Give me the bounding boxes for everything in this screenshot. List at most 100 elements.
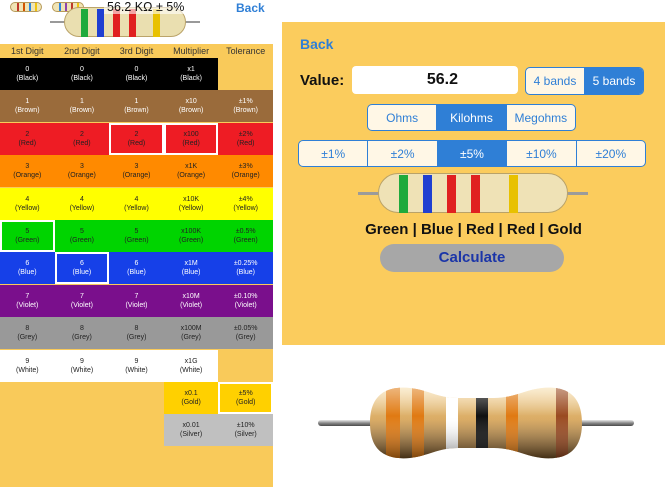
color-cell[interactable]: ±0.5% (Green): [218, 220, 273, 252]
back-button[interactable]: Back: [300, 36, 333, 52]
cell-color-name: (Violet): [125, 301, 148, 309]
color-cell[interactable]: 3 (Orange): [109, 155, 164, 188]
resistor-band: [471, 175, 480, 213]
cell-value: 5: [79, 228, 84, 235]
color-cell[interactable]: 0 (Black): [0, 58, 55, 90]
color-cell[interactable]: 3 (Orange): [54, 155, 110, 188]
color-cell[interactable]: 4 (Yellow): [54, 187, 110, 220]
color-cell[interactable]: 1 (Brown): [0, 90, 55, 123]
color-cell[interactable]: 5 (Green): [54, 220, 110, 252]
cell-color-name: (Yellow): [178, 204, 204, 212]
color-cell[interactable]: x0.01 (Silver): [163, 414, 219, 447]
unit-option[interactable]: Kilohms: [437, 105, 507, 130]
color-cell[interactable]: 2 (Red): [109, 122, 164, 155]
color-cell[interactable]: x10 (Brown): [163, 90, 219, 123]
value-input[interactable]: [352, 66, 518, 94]
cell-color-name: (Blue): [72, 269, 92, 277]
band-count-option[interactable]: 5 bands: [585, 68, 643, 94]
calculate-button[interactable]: Calculate: [380, 244, 564, 272]
color-cell[interactable]: 8 (Grey): [109, 317, 164, 350]
cell-value: ±0.10%: [233, 292, 258, 300]
cell-color-name: (Brown): [124, 107, 149, 115]
unit-option[interactable]: Ohms: [368, 105, 438, 130]
color-cell[interactable]: 0 (Black): [109, 58, 164, 90]
color-cell[interactable]: 1 (Brown): [54, 90, 110, 123]
table-row: 0 (Black) 0 (Black) 0 (Black) x1 (Black): [0, 58, 273, 90]
mini-band: [29, 3, 31, 11]
color-cell[interactable]: 5 (Green): [109, 220, 164, 252]
cell-value: ±2%: [238, 130, 253, 138]
column-header: 2nd Digit: [64, 46, 100, 56]
cell-color-name: (Yellow): [69, 204, 95, 212]
cell-color-name: (Yellow): [14, 204, 40, 212]
cell-color-name: (Brown): [233, 107, 258, 115]
color-cell[interactable]: x10K (Yellow): [163, 187, 219, 220]
color-cell[interactable]: 6 (Blue): [54, 252, 110, 285]
color-cell[interactable]: 0 (Black): [54, 58, 110, 90]
color-cell[interactable]: x100K (Green): [163, 220, 219, 252]
color-cell[interactable]: 9 (White): [0, 349, 55, 382]
color-cell[interactable]: ±5% (Gold): [218, 382, 273, 414]
color-cell[interactable]: x1G (White): [163, 349, 219, 382]
color-cell[interactable]: ±0.10% (Violet): [218, 284, 273, 317]
cell-color-name: (Orange): [177, 172, 206, 180]
color-cell[interactable]: ±2% (Red): [218, 122, 273, 155]
color-cell[interactable]: ±0.05% (Grey): [218, 317, 273, 350]
back-button[interactable]: Back: [236, 1, 265, 15]
cell-value: x0.01: [182, 422, 200, 430]
resistor-band: [509, 175, 518, 213]
unit-option[interactable]: Megohms: [507, 105, 575, 130]
color-cell[interactable]: 2 (Red): [54, 122, 110, 155]
color-cell[interactable]: 8 (Grey): [0, 317, 55, 350]
cell-value: ±1%: [238, 98, 253, 106]
color-cell[interactable]: 7 (Violet): [109, 284, 164, 317]
cell-value: 1: [25, 98, 30, 106]
cell-value: x10: [185, 98, 197, 106]
tolerance-option[interactable]: ±1%: [299, 141, 369, 166]
tolerance-option[interactable]: ±5%: [437, 141, 508, 166]
color-cell[interactable]: 7 (Violet): [0, 284, 55, 317]
color-cell[interactable]: 9 (White): [109, 349, 164, 382]
color-cell[interactable]: 3 (Orange): [0, 155, 55, 188]
color-cell[interactable]: ±3% (Orange): [218, 155, 273, 188]
color-cell[interactable]: ±1% (Brown): [218, 90, 273, 123]
color-cell[interactable]: 4 (Yellow): [0, 187, 55, 220]
cell-color-name: (Gold): [235, 399, 256, 406]
cell-color-name: (Blue): [17, 269, 37, 277]
cell-value: 1: [134, 98, 139, 106]
cell-color-name: (Orange): [231, 172, 260, 180]
color-cell[interactable]: 8 (Grey): [54, 317, 110, 350]
color-cell[interactable]: ±4% (Yellow): [218, 187, 273, 220]
color-cell[interactable]: x1 (Black): [163, 58, 219, 90]
cell-value: 7: [79, 292, 84, 300]
color-cell[interactable]: x10M (Violet): [163, 284, 219, 317]
color-cell[interactable]: x1M (Blue): [163, 252, 219, 285]
color-cell[interactable]: 7 (Violet): [54, 284, 110, 317]
cell-color-name: (Black): [125, 75, 148, 82]
color-cell[interactable]: x1K (Orange): [163, 155, 219, 188]
color-cell[interactable]: 6 (Blue): [0, 252, 55, 285]
cell-value: x1M: [184, 260, 198, 268]
color-cell[interactable]: 4 (Yellow): [109, 187, 164, 220]
band-count-option[interactable]: 4 bands: [526, 68, 585, 94]
cell-value: ±0.5%: [235, 228, 256, 235]
table-header: 56.2 KΩ ± 5% Back: [0, 0, 273, 44]
color-cell[interactable]: x0.1 (Gold): [163, 382, 219, 414]
value-to-color-calculator: Back Value: 4 bands5 bands OhmsKilohmsMe…: [282, 22, 665, 345]
cell-color-name: (White): [125, 366, 148, 374]
tolerance-option[interactable]: ±20%: [577, 141, 645, 166]
column-header: Tolerance: [226, 46, 266, 56]
color-cell[interactable]: 6 (Blue): [109, 252, 164, 285]
tolerance-option[interactable]: ±2%: [368, 141, 438, 166]
color-cell[interactable]: x100 (Red): [163, 122, 219, 155]
tolerance-selector: ±1% ±2% ±5% ±10% ±20%: [298, 140, 646, 167]
color-cell[interactable]: ±10% (Silver): [218, 414, 273, 447]
color-cell[interactable]: 5 (Green): [0, 220, 55, 252]
tolerance-option[interactable]: ±10%: [507, 141, 577, 166]
color-cell[interactable]: ±0.25% (Blue): [218, 252, 273, 285]
color-cell[interactable]: 1 (Brown): [109, 90, 164, 123]
cell-color-name: (White): [16, 366, 39, 374]
color-cell[interactable]: 2 (Red): [0, 122, 55, 155]
color-cell[interactable]: x100M (Grey): [163, 317, 219, 350]
color-cell[interactable]: 9 (White): [54, 349, 110, 382]
